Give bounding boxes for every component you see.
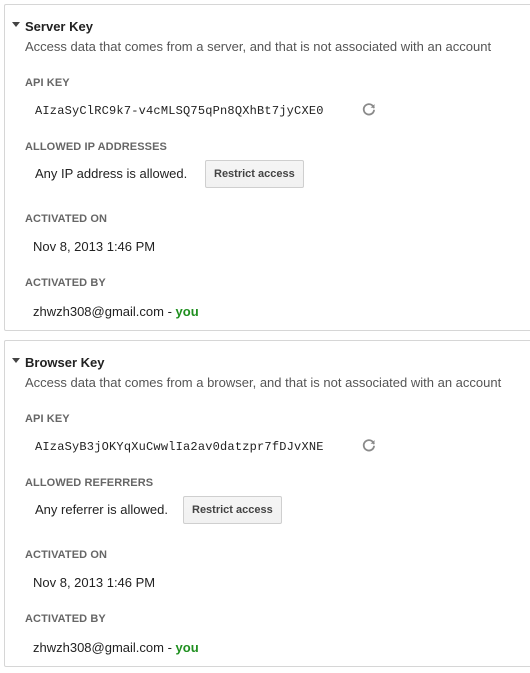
activated-by-email: zhwzh308@gmail.com xyxy=(33,640,164,655)
card-description: Access data that comes from a browser, a… xyxy=(25,375,502,390)
activated-on-value: Nov 8, 2013 1:46 PM xyxy=(33,575,156,590)
card-title: Server Key xyxy=(25,19,93,34)
activated-on-value: Nov 8, 2013 1:46 PM xyxy=(33,239,156,254)
collapse-triangle-icon[interactable] xyxy=(12,22,20,27)
activated-by-value: zhwzh308@gmail.com - you xyxy=(33,304,199,319)
activated-by-separator: - xyxy=(163,304,176,319)
activated-by-separator: - xyxy=(163,640,176,655)
restrict-access-button[interactable]: Restrict access xyxy=(205,160,304,188)
card-description: Access data that comes from a server, an… xyxy=(25,39,492,54)
allowed-ip-label: ALLOWED IP ADDRESSES xyxy=(25,141,167,153)
browser-key-card: Browser Key Access data that comes from … xyxy=(4,340,530,667)
allowed-ip-text: Any IP address is allowed. xyxy=(35,166,188,181)
card-title: Browser Key xyxy=(25,355,105,370)
activated-by-label: ACTIVATED BY xyxy=(25,277,106,289)
activated-by-value: zhwzh308@gmail.com - you xyxy=(33,640,199,655)
activated-by-email: zhwzh308@gmail.com xyxy=(33,304,164,319)
activated-by-label: ACTIVATED BY xyxy=(25,613,106,625)
you-badge: you xyxy=(175,304,199,319)
allowed-referrers-label: ALLOWED REFERRERS xyxy=(25,477,154,489)
api-key-value: AIzaSyB3jOKYqXuCwwlIa2av0datzpr7fDJvXNE xyxy=(35,440,324,454)
server-key-card: Server Key Access data that comes from a… xyxy=(4,4,530,331)
refresh-icon[interactable] xyxy=(361,101,377,117)
api-key-value: AIzaSyClRC9k7-v4cMLSQ75qPn8QXhBt7jyCXE0 xyxy=(35,104,324,118)
allowed-referrers-text: Any referrer is allowed. xyxy=(35,502,168,517)
collapse-triangle-icon[interactable] xyxy=(12,358,20,363)
api-key-label: API KEY xyxy=(25,77,70,89)
activated-on-label: ACTIVATED ON xyxy=(25,213,108,225)
you-badge: you xyxy=(175,640,199,655)
restrict-access-button[interactable]: Restrict access xyxy=(183,496,282,524)
api-key-label: API KEY xyxy=(25,413,70,425)
refresh-icon[interactable] xyxy=(361,437,377,453)
activated-on-label: ACTIVATED ON xyxy=(25,549,108,561)
